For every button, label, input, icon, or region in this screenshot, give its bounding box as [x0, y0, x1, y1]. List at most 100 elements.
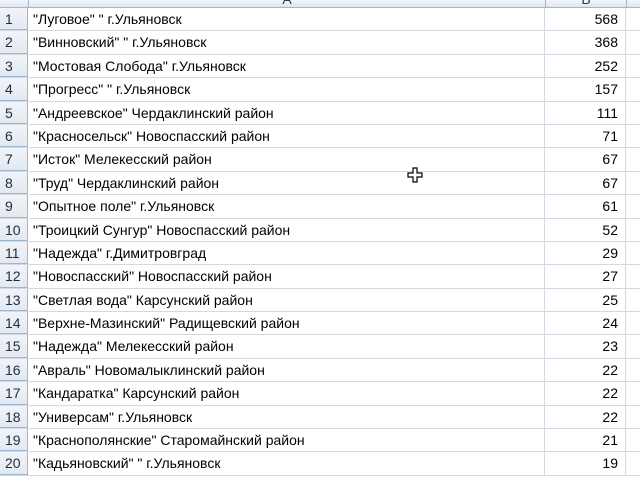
cell-empty[interactable] [627, 242, 640, 264]
row-header[interactable]: 14 [0, 312, 28, 335]
column-header-a[interactable]: A [29, 0, 546, 7]
cell-value[interactable]: 568 [546, 8, 626, 31]
cell-name[interactable]: "Авраль" Новомалыклинский район [29, 358, 545, 382]
row-header[interactable]: 11 [0, 241, 28, 265]
cell-name[interactable]: "Надежда" Мелекесский район [29, 335, 545, 358]
cell-name[interactable]: "Верхне-Мазинский" Радищевский район [29, 312, 545, 335]
sheet-rows: 1 "Луговое" " г.Ульяновск 568 2 "Винновский"… [0, 8, 640, 476]
cell-name[interactable]: "Надежда" г.Димитровград [29, 241, 545, 265]
cell-value[interactable]: 252 [546, 54, 626, 78]
cell-value[interactable]: 19 [546, 452, 626, 475]
table-row: 6 "Красносельск" Новоспасский район 71 [0, 124, 640, 149]
row-header[interactable]: 1 [0, 8, 28, 31]
row-header[interactable]: 4 [0, 78, 28, 101]
column-header-row: A B [0, 0, 640, 8]
row-header[interactable]: 8 [0, 171, 28, 195]
row-header[interactable]: 18 [0, 405, 28, 429]
cell-empty[interactable] [627, 265, 640, 287]
cell-value[interactable]: 71 [546, 124, 626, 148]
cell-empty[interactable] [627, 335, 640, 357]
cell-value[interactable]: 111 [546, 101, 626, 124]
row-header[interactable]: 20 [0, 452, 28, 475]
cell-name[interactable]: "Кадьяновский" " г.Ульяновск [29, 452, 545, 475]
row-header[interactable]: 10 [0, 218, 28, 241]
cell-name[interactable]: "Исток" Мелекесский район [29, 148, 545, 171]
row-header[interactable]: 6 [0, 124, 28, 148]
cell-value[interactable]: 24 [546, 312, 626, 335]
row-header[interactable]: 3 [0, 54, 28, 78]
cell-value[interactable]: 157 [546, 78, 626, 101]
row-header[interactable]: 17 [0, 382, 28, 405]
row-header[interactable]: 16 [0, 358, 28, 382]
cell-value[interactable]: 67 [546, 171, 626, 195]
cell-empty[interactable] [627, 429, 640, 451]
cell-value[interactable]: 25 [546, 288, 626, 312]
table-row: 7 "Исток" Мелекесский район 67 [0, 148, 640, 172]
table-row: 3 "Мостовая Слобода" г.Ульяновск 252 [0, 54, 640, 79]
cell-name[interactable]: "Винновский" " г.Ульяновск [29, 31, 545, 54]
cell-name[interactable]: "Светлая вода" Карсунский район [29, 288, 545, 312]
cell-name[interactable]: "Опытное поле" г.Ульяновск [29, 195, 545, 218]
cell-value[interactable]: 21 [546, 429, 626, 452]
table-row: 1 "Луговое" " г.Ульяновск 568 [0, 8, 640, 32]
cell-value[interactable]: 27 [546, 265, 626, 288]
cell-empty[interactable] [627, 406, 640, 428]
cell-empty[interactable] [627, 172, 640, 194]
column-letter-b: B [546, 0, 626, 7]
cell-name[interactable]: "Новоспасский" Новоспасский район [29, 265, 545, 288]
cell-select-cross-cursor-icon [407, 167, 423, 183]
cell-name[interactable]: "Кандаратка" Карсунский район [29, 382, 545, 405]
cell-empty[interactable] [627, 382, 640, 404]
table-row: 2 "Винновский" " г.Ульяновск 368 [0, 31, 640, 55]
cell-empty[interactable] [627, 102, 640, 124]
cell-value[interactable]: 61 [546, 195, 626, 218]
row-header[interactable]: 7 [0, 148, 28, 171]
cell-name[interactable]: "Андреевское" Чердаклинский район [29, 101, 545, 124]
column-header-b[interactable]: B [546, 0, 627, 7]
cell-value[interactable]: 368 [546, 31, 626, 54]
cell-value[interactable]: 23 [546, 335, 626, 358]
table-row: 13 "Светлая вода" Карсунский район 25 [0, 288, 640, 313]
table-row: 16 "Авраль" Новомалыклинский район 22 [0, 358, 640, 383]
cell-value[interactable]: 29 [546, 241, 626, 265]
table-row: 17 "Кандаратка" Карсунский район 22 [0, 382, 640, 406]
cell-empty[interactable] [627, 125, 640, 147]
table-row: 9 "Опытное поле" г.Ульяновск 61 [0, 195, 640, 219]
cell-empty[interactable] [627, 8, 640, 30]
row-header[interactable]: 5 [0, 101, 28, 124]
table-row: 5 "Андреевское" Чердаклинский район 111 [0, 101, 640, 125]
cell-empty[interactable] [627, 55, 640, 77]
table-row: 14 "Верхне-Мазинский" Радищевский район 24 [0, 312, 640, 336]
cell-empty[interactable] [627, 195, 640, 217]
cell-name[interactable]: "Мостовая Слобода" г.Ульяновск [29, 54, 545, 78]
cell-empty[interactable] [627, 359, 640, 381]
cell-empty[interactable] [627, 148, 640, 170]
cell-value[interactable]: 52 [546, 218, 626, 241]
cell-name[interactable]: "Троицкий Сунгур" Новоспасский район [29, 218, 545, 241]
row-header[interactable]: 19 [0, 429, 28, 452]
cell-empty[interactable] [627, 78, 640, 100]
table-row: 19 "Краснополянские" Старомайнский район 2… [0, 429, 640, 453]
row-header[interactable]: 12 [0, 265, 28, 288]
cell-empty[interactable] [627, 312, 640, 334]
select-all-corner[interactable] [0, 0, 29, 7]
cell-name[interactable]: "Труд" Чердаклинский район [29, 171, 545, 195]
cell-name[interactable]: "Красносельск" Новоспасский район [29, 124, 545, 148]
cell-value[interactable]: 22 [546, 358, 626, 382]
cell-name[interactable]: "Универсам" г.Ульяновск [29, 405, 545, 429]
cell-name[interactable]: "Прогресс" " г.Ульяновск [29, 78, 545, 101]
cell-empty[interactable] [627, 219, 640, 241]
row-header[interactable]: 13 [0, 288, 28, 312]
cell-value[interactable]: 67 [546, 148, 626, 171]
cell-empty[interactable] [627, 452, 640, 474]
row-header[interactable]: 9 [0, 195, 28, 218]
row-header[interactable]: 15 [0, 335, 28, 358]
row-header[interactable]: 2 [0, 31, 28, 54]
cell-value[interactable]: 22 [546, 405, 626, 429]
cell-name[interactable]: "Краснополянские" Старомайнский район [29, 429, 545, 452]
cell-value[interactable]: 22 [546, 382, 626, 405]
cell-empty[interactable] [627, 289, 640, 311]
cell-name[interactable]: "Луговое" " г.Ульяновск [29, 8, 545, 31]
table-row: 4 "Прогресс" " г.Ульяновск 157 [0, 78, 640, 102]
cell-empty[interactable] [627, 31, 640, 53]
